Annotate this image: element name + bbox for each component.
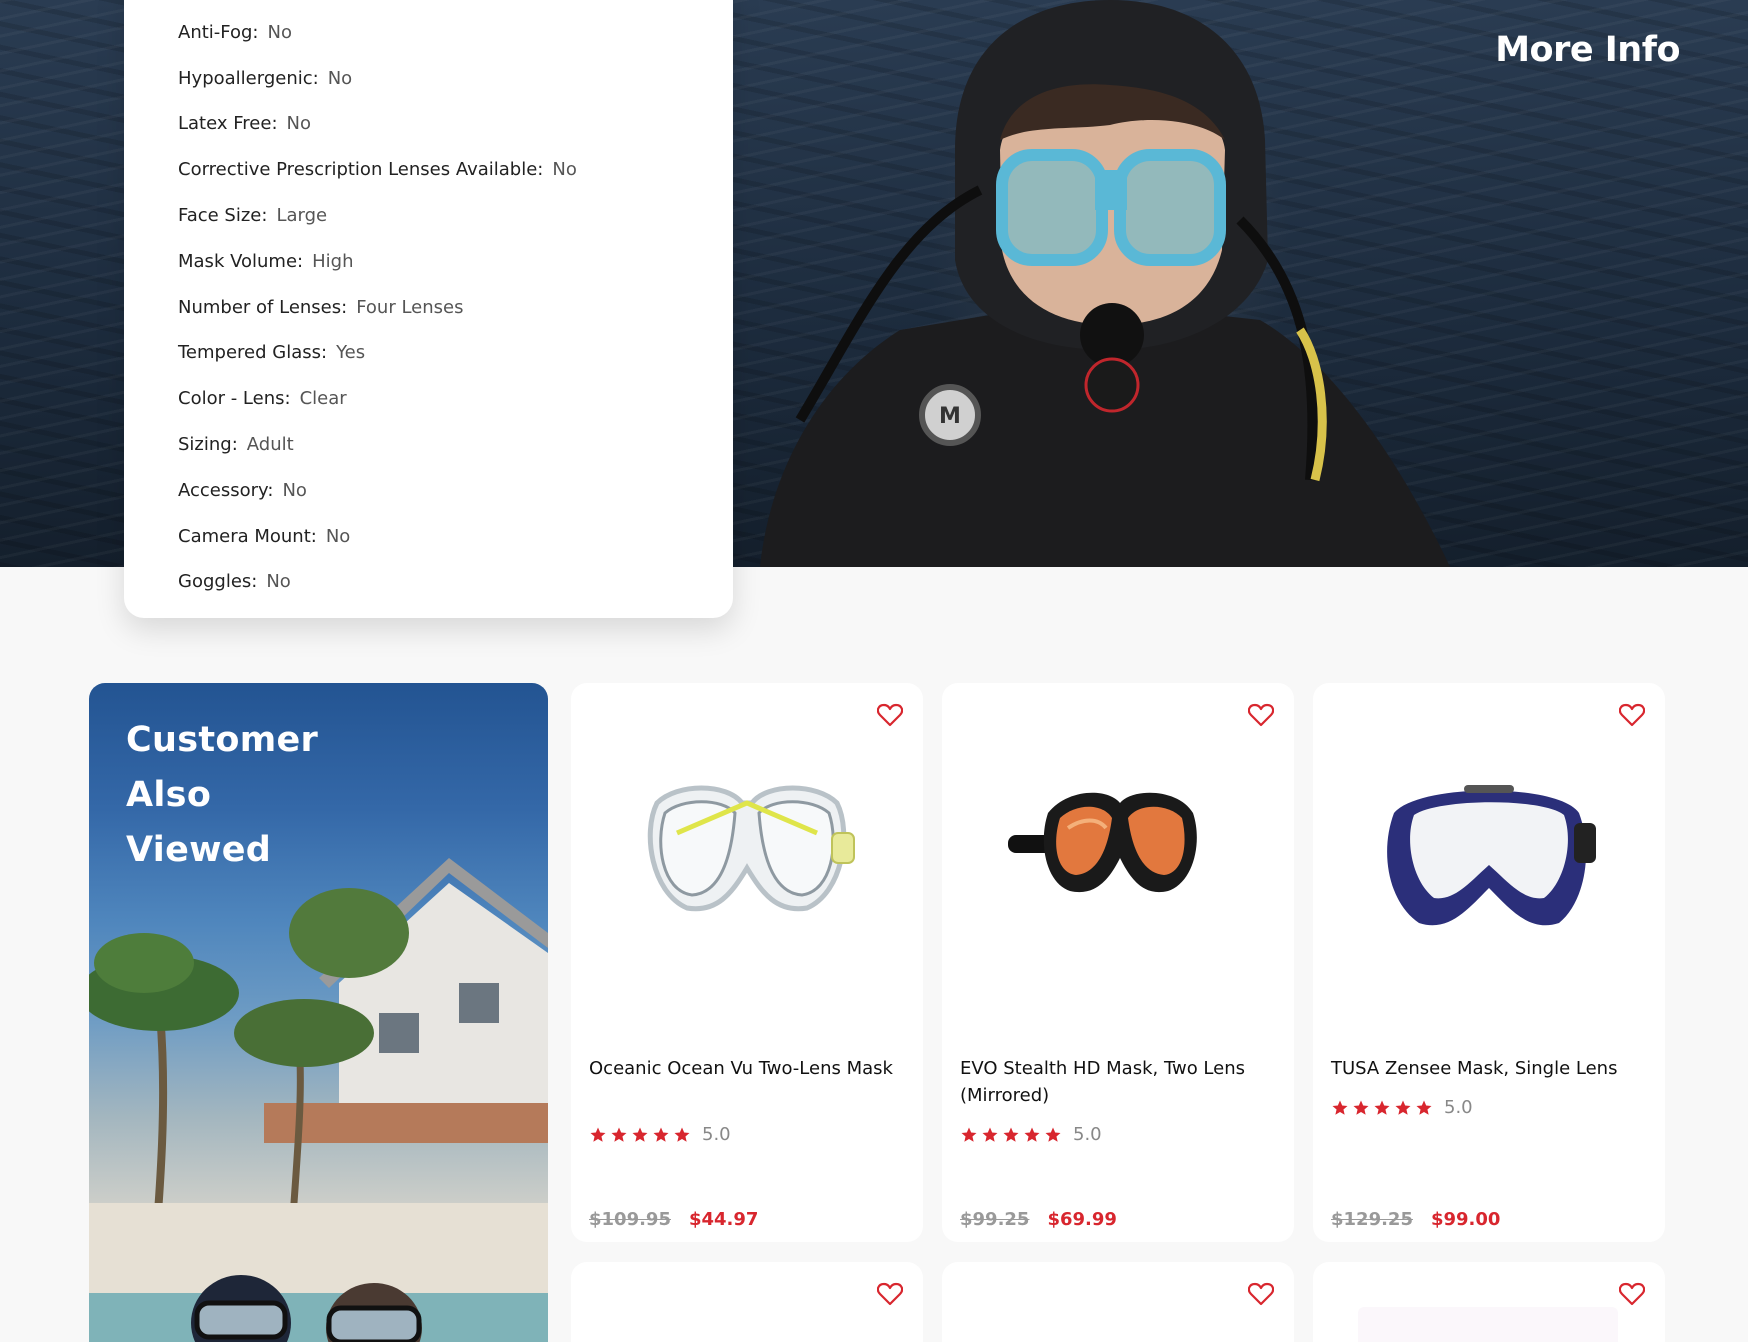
spec-value: Four Lenses: [356, 296, 464, 318]
product-rating: 5.0: [960, 1124, 1102, 1145]
spec-row: Mask Volume: High: [178, 239, 733, 285]
heart-outline-icon[interactable]: [877, 703, 903, 727]
more-info-heading: More Info: [1495, 30, 1680, 70]
spec-label: Goggles:: [178, 571, 258, 593]
spec-value: No: [327, 67, 353, 89]
spec-label: Color - Lens:: [178, 388, 291, 410]
spec-label: Sizing:: [178, 434, 238, 456]
product-card[interactable]: [1313, 1262, 1665, 1342]
product-rating: 5.0: [589, 1124, 731, 1145]
star-icon: [982, 1127, 998, 1142]
sale-price: $99.00: [1430, 1209, 1501, 1230]
heart-outline-icon[interactable]: [1248, 1282, 1274, 1306]
spec-value: Large: [276, 205, 328, 227]
spec-value: No: [266, 571, 291, 593]
spec-label: Anti-Fog:: [178, 21, 259, 43]
spec-value: No: [282, 479, 307, 501]
star-icon: [1024, 1127, 1040, 1142]
spec-label: Number of Lenses:: [178, 296, 348, 318]
star-icon: [1003, 1127, 1019, 1142]
star-icon: [1416, 1100, 1432, 1115]
spec-row: Latex Free: No: [178, 102, 733, 148]
spec-value: No: [286, 113, 311, 135]
sale-price: $69.99: [1047, 1209, 1117, 1230]
product-price: $99.25 $69.99: [960, 1209, 1117, 1230]
spec-value: No: [552, 159, 577, 181]
spec-row: Goggles: No: [178, 560, 733, 606]
specifications-card: Anti-Fog: No Hypoallergenic: No Latex Free…: [124, 0, 733, 618]
spec-value: No: [325, 525, 351, 547]
promo-heading-line: Also: [126, 775, 212, 815]
spec-label: Corrective Prescription Lenses Available…: [178, 159, 544, 181]
promo-heading-line: Customer: [126, 720, 319, 760]
heart-outline-icon[interactable]: [877, 1282, 903, 1306]
spec-label: Tempered Glass:: [178, 342, 328, 364]
star-icon: [1332, 1100, 1348, 1115]
product-rating: 5.0: [1331, 1097, 1473, 1118]
spec-label: Camera Mount:: [178, 525, 317, 547]
product-price: $109.95 $44.97: [589, 1209, 758, 1230]
spec-row: Color - Lens: Clear: [178, 376, 733, 422]
star-icon: [1045, 1127, 1061, 1142]
product-card[interactable]: [571, 1262, 923, 1342]
star-icon: [1395, 1100, 1411, 1115]
star-icon: [590, 1127, 606, 1142]
spec-label: Latex Free:: [178, 113, 278, 135]
spec-value: No: [267, 21, 292, 43]
product-card[interactable]: Oceanic Ocean Vu Two-Lens Mask 5.0 $109.…: [571, 683, 923, 1242]
spec-value: High: [312, 250, 354, 272]
spec-row: Corrective Prescription Lenses Available…: [178, 147, 733, 193]
product-image[interactable]: [1379, 773, 1599, 933]
star-icon: [653, 1127, 669, 1142]
heart-outline-icon[interactable]: [1619, 1282, 1645, 1306]
heart-outline-icon[interactable]: [1619, 703, 1645, 727]
svg-text:M: M: [939, 404, 961, 429]
spec-label: Mask Volume:: [178, 250, 304, 272]
spec-row: Accessory: No: [178, 468, 733, 514]
product-card[interactable]: EVO Stealth HD Mask, Two Lens (Mirrored)…: [942, 683, 1294, 1242]
spec-label: Face Size:: [178, 205, 268, 227]
spec-row: Number of Lenses: Four Lenses: [178, 285, 733, 331]
customer-also-viewed-panel: Customer Also Viewed: [89, 683, 548, 1342]
product-image[interactable]: [1008, 773, 1228, 923]
rating-score: 5.0: [702, 1124, 731, 1145]
spec-row: Camera Mount: No: [178, 514, 733, 560]
promo-heading-line: Viewed: [126, 830, 272, 870]
spec-label: Accessory:: [178, 479, 274, 501]
rating-score: 5.0: [1073, 1124, 1102, 1145]
heart-outline-icon[interactable]: [1248, 703, 1274, 727]
star-icon: [1374, 1100, 1390, 1115]
original-price: $129.25: [1331, 1209, 1413, 1230]
spec-value: Yes: [336, 342, 366, 364]
star-icon: [961, 1127, 977, 1142]
spec-row: Sizing: Adult: [178, 422, 733, 468]
original-price: $99.25: [960, 1209, 1030, 1230]
spec-value: Clear: [299, 388, 347, 410]
product-image[interactable]: [1358, 1307, 1618, 1342]
product-card[interactable]: TUSA Zensee Mask, Single Lens 5.0 $129.2…: [1313, 683, 1665, 1242]
product-card[interactable]: [942, 1262, 1294, 1342]
spec-row: Tempered Glass: Yes: [178, 331, 733, 377]
star-icon: [632, 1127, 648, 1142]
product-price: $129.25 $99.00: [1331, 1209, 1500, 1230]
product-name[interactable]: Oceanic Ocean Vu Two-Lens Mask: [589, 1055, 899, 1082]
spec-value: Adult: [246, 434, 294, 456]
star-icon: [611, 1127, 627, 1142]
product-name[interactable]: EVO Stealth HD Mask, Two Lens (Mirrored): [960, 1055, 1270, 1109]
star-icon: [674, 1127, 690, 1142]
spec-row: Hypoallergenic: No: [178, 56, 733, 102]
spec-row: Face Size: Large: [178, 193, 733, 239]
product-name[interactable]: TUSA Zensee Mask, Single Lens: [1331, 1055, 1641, 1082]
star-icon: [1353, 1100, 1369, 1115]
promo-heading: Customer Also Viewed: [126, 713, 318, 878]
rating-score: 5.0: [1444, 1097, 1473, 1118]
spec-label: Hypoallergenic:: [178, 67, 319, 89]
sale-price: $44.97: [688, 1209, 759, 1230]
original-price: $109.95: [589, 1209, 671, 1230]
product-image[interactable]: [637, 773, 857, 923]
spec-row: Anti-Fog: No: [178, 10, 733, 56]
